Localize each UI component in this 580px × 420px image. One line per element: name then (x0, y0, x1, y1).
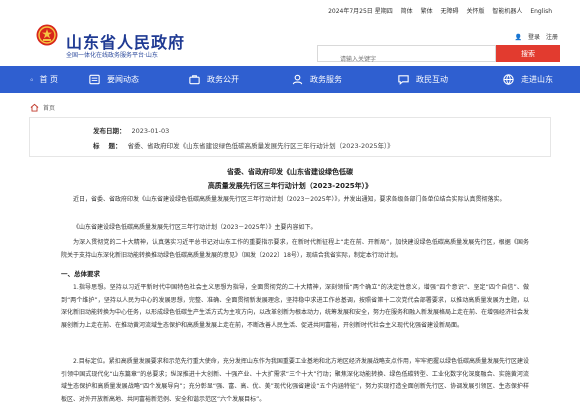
doc-title-label: 标 题： (93, 142, 122, 150)
care-mode-link[interactable]: 关怀版 (466, 8, 484, 15)
doc-title-row: 标 题： 省委、省政府印发《山东省建设绿色低碳高质量发展先行区三年行动计划（202… (93, 140, 394, 150)
nav-label: 要闻动态 (107, 75, 139, 84)
doc-title-value: 省委、省政府印发《山东省建设绿色低碳高质量发展先行区三年行动计划（2023-20… (127, 142, 394, 150)
briefcase-icon (189, 75, 200, 85)
simplified-link[interactable]: 简体 (401, 8, 413, 15)
article-paragraph: 2.目标定位。紧扣高质量发展要求和示范先行重大使命，充分发挥山东作为我国重要工业… (61, 358, 529, 403)
document-info-box: 发布日期： 2023-01-03 标 题： 省委、省政府印发《山东省建设绿色低碳高质… (29, 117, 551, 157)
nav-item-home[interactable]: 首 页 (0, 66, 58, 93)
current-date: 2024年7月25日 星期四 (328, 8, 393, 15)
service-icon (292, 74, 303, 85)
article-paragraph: 近日，省委、省政府印发《山东省建设绿色低碳高质量发展先行区三年行动计划（2023… (73, 196, 506, 203)
news-icon (89, 74, 100, 85)
login-links: 👤 登录 注册 (511, 32, 558, 41)
article-paragraph: 《山东省建设绿色低碳高质量发展先行区三年行动计划（2023－2025年）》主要内… (73, 224, 317, 231)
article-title-line2: 高质量发展先行区三年行动计划（2023-2025年）》 (207, 182, 373, 190)
breadcrumb: 首页 (30, 103, 55, 112)
nav-item-news[interactable]: 要闻动态 (58, 66, 140, 93)
home-icon (30, 103, 39, 112)
robot-link[interactable]: 智能机器人 (492, 8, 522, 15)
publish-date-value: 2023-01-03 (131, 127, 170, 135)
english-link[interactable]: English (530, 8, 552, 15)
national-emblem-icon (36, 24, 58, 46)
register-link[interactable]: 注册 (546, 34, 558, 41)
login-link[interactable]: 登录 (528, 34, 540, 41)
nav-item-shandong[interactable]: 走进山东 (451, 66, 580, 93)
article-paragraph: 1.指导思想。坚持以习近平新时代中国特色社会主义思想为指导，全面贯彻党的二十大精… (61, 284, 530, 329)
main-nav: 首 页 要闻动态 政务公开 政务服务 政民互动 走进山东 (0, 66, 580, 93)
globe-icon (503, 74, 514, 85)
traditional-link[interactable]: 繁体 (421, 8, 433, 15)
breadcrumb-home[interactable]: 首页 (43, 103, 55, 112)
search-button[interactable]: 搜索 (496, 45, 560, 62)
header: 山东省人民政府 全国一体化在线政务服务平台·山东 2024年7月25日 星期四 … (0, 0, 580, 67)
top-links: 2024年7月25日 星期四 简体 繁体 无障碍 关怀版 智能机器人 Engli… (322, 6, 552, 15)
home-icon (30, 78, 34, 81)
nav-item-interaction[interactable]: 政民互动 (349, 66, 451, 93)
section-heading: 一、总体要求 (61, 270, 100, 278)
search-input[interactable] (318, 52, 495, 67)
nav-label: 政务服务 (310, 75, 342, 84)
nav-label: 政民互动 (416, 75, 448, 84)
publish-date-row: 发布日期： 2023-01-03 (93, 125, 169, 135)
article-paragraph: 为深入贯彻党的二十大精神，认真落实习近平总书记对山东工作的重要指示要求，在新时代… (61, 239, 529, 259)
nav-label: 走进山东 (521, 75, 553, 84)
search-box (317, 45, 496, 67)
nav-item-services[interactable]: 政务服务 (241, 66, 349, 93)
nav-label: 政务公开 (207, 75, 239, 84)
user-icon: 👤 (514, 34, 523, 41)
nav-item-affairs[interactable]: 政务公开 (140, 66, 241, 93)
nav-label: 首 页 (39, 75, 58, 84)
article-title-line1: 省委、省政府印发《山东省建设绿色低碳 (227, 168, 353, 176)
chat-icon (398, 75, 409, 85)
accessibility-link[interactable]: 无障碍 (441, 8, 459, 15)
site-subtitle: 全国一体化在线政务服务平台·山东 (66, 52, 158, 59)
publish-date-label: 发布日期： (93, 127, 126, 135)
